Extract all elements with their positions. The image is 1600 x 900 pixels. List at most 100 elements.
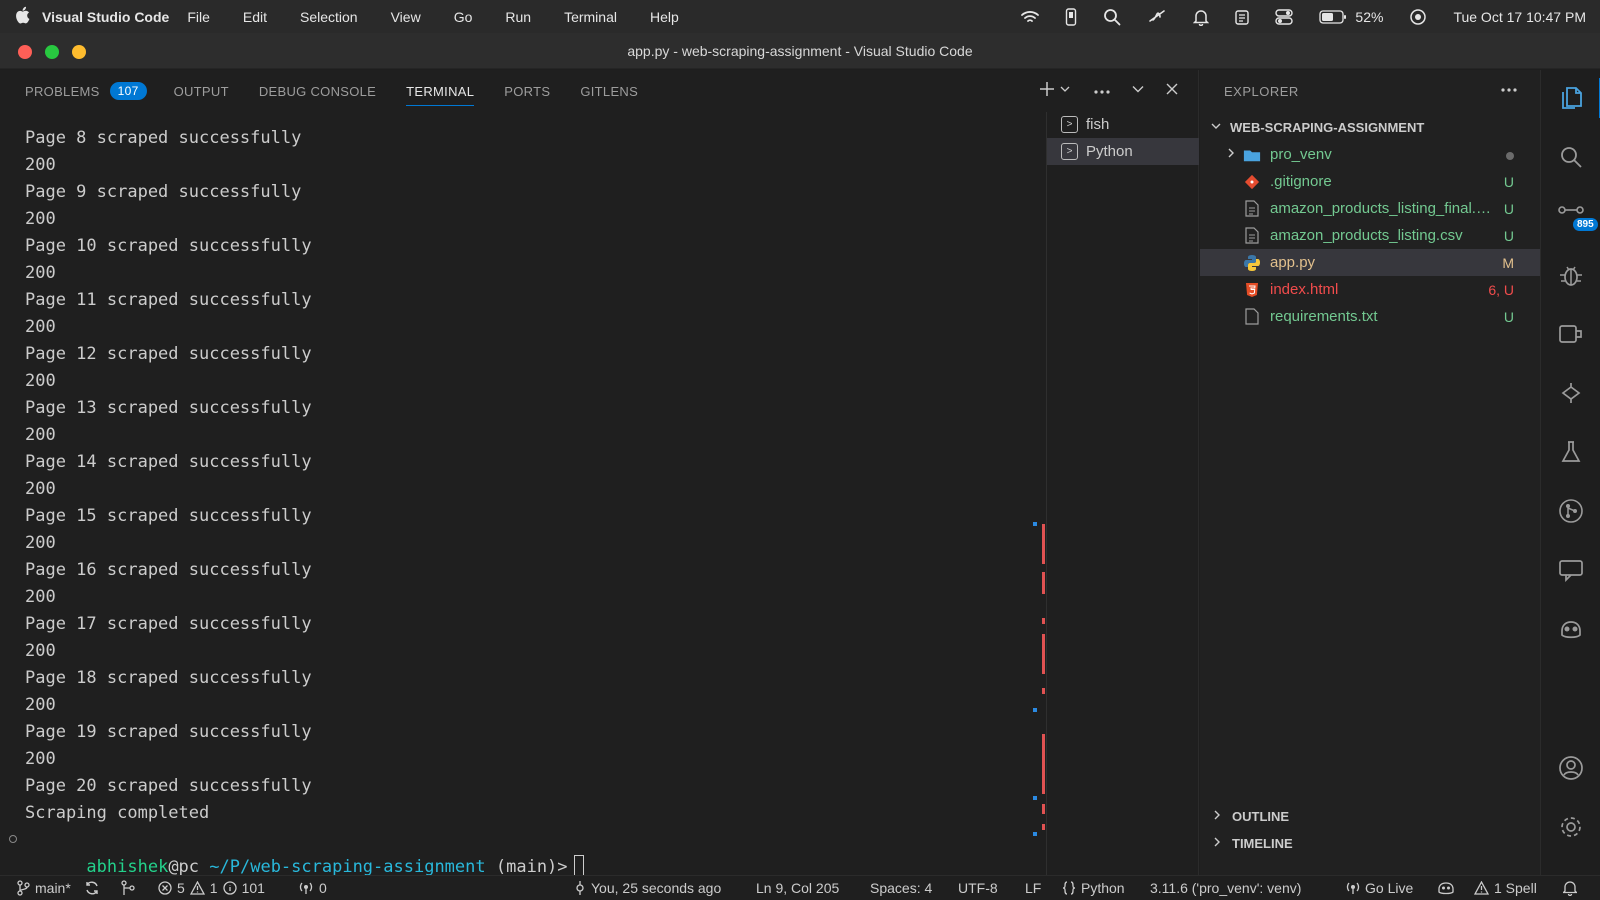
git-graph-status-icon[interactable] <box>120 880 136 896</box>
clipboard-icon[interactable] <box>1235 9 1250 25</box>
scroll-marker <box>1033 708 1037 712</box>
terminal-line: 200 <box>25 587 56 607</box>
indentation-status[interactable]: Spaces: 4 <box>870 880 932 896</box>
comments-icon[interactable] <box>1541 550 1600 590</box>
go-live-button[interactable]: Go Live <box>1346 880 1413 896</box>
warning-icon <box>189 881 205 895</box>
explorer-more-ellipsis-icon[interactable] <box>1500 80 1518 98</box>
file-item-amazon-final-csv[interactable]: amazon_products_listing_final.csv U <box>1200 195 1540 222</box>
testing-flask-icon[interactable] <box>1541 432 1600 472</box>
file-status: U <box>1503 227 1514 244</box>
scroll-marker <box>1033 522 1037 526</box>
workspace-folder-header[interactable]: WEB-SCRAPING-ASSIGNMENT <box>1200 114 1540 141</box>
app-menu-name[interactable]: Visual Studio Code <box>42 9 169 25</box>
apple-icon[interactable] <box>14 6 34 27</box>
terminal-line: Page 14 scraped successfully <box>25 452 312 472</box>
outline-label: OUTLINE <box>1232 809 1290 824</box>
scroll-marker <box>1033 832 1037 836</box>
terminal-output[interactable]: Page 8 scraped successfully 200 Page 9 s… <box>0 112 1046 879</box>
menu-help[interactable]: Help <box>650 9 679 25</box>
terminal-scrollbar[interactable] <box>1030 112 1046 875</box>
menu-edit[interactable]: Edit <box>243 9 267 25</box>
notifications-bell-icon[interactable] <box>1563 880 1577 896</box>
go-live-label: Go Live <box>1365 880 1414 896</box>
branch-status[interactable]: main* <box>16 880 71 896</box>
source-control-icon[interactable]: 895 <box>1541 196 1600 236</box>
search-icon[interactable] <box>1541 137 1600 177</box>
tab-ports[interactable]: PORTS <box>504 70 550 112</box>
notification-bell-icon[interactable] <box>1193 8 1210 26</box>
tab-gitlens[interactable]: GITLENS <box>580 70 638 112</box>
cursor-position[interactable]: Ln 9, Col 205 <box>756 880 839 896</box>
python-interpreter[interactable]: 3.11.6 ('pro_venv': venv) <box>1150 880 1301 896</box>
menubar-clock[interactable]: Tue Oct 17 10:47 PM <box>1453 9 1586 25</box>
terminal-instance-python[interactable]: > Python <box>1047 138 1199 165</box>
more-actions-ellipsis-icon[interactable] <box>1093 82 1111 100</box>
tab-terminal[interactable]: TERMINAL <box>406 70 475 112</box>
file-item-app-py[interactable]: app.py M <box>1200 249 1540 276</box>
terminal-prompt[interactable]: abhishek@pc ~/P/web-scraping-assignment … <box>25 827 584 879</box>
terminal-line: 200 <box>25 641 56 661</box>
settings-gear-icon[interactable] <box>1541 807 1600 847</box>
outline-section-header[interactable]: OUTLINE <box>1200 803 1540 830</box>
usb-icon[interactable] <box>1065 7 1077 26</box>
spell-check-status[interactable]: 1 Spell <box>1474 880 1537 896</box>
file-item-pro-venv[interactable]: pro_venv <box>1200 141 1540 168</box>
terminal-line: 200 <box>25 479 56 499</box>
problems-status[interactable]: 5 1 101 <box>158 880 265 896</box>
file-name: amazon_products_listing.csv <box>1270 227 1463 244</box>
timeline-section-header[interactable]: TIMELINE <box>1200 830 1540 857</box>
explorer-title: EXPLORER <box>1224 83 1299 99</box>
encoding-status[interactable]: UTF-8 <box>958 880 998 896</box>
account-icon[interactable] <box>1541 748 1600 788</box>
remote-explorer-icon[interactable] <box>1541 314 1600 354</box>
git-graph-icon[interactable] <box>1541 491 1600 531</box>
eol-status[interactable]: LF <box>1025 880 1041 896</box>
git-blame-status[interactable]: You, 25 seconds ago <box>574 880 721 896</box>
collapse-panel-chevron-icon[interactable] <box>1131 82 1145 101</box>
ports-status[interactable]: 0 <box>298 880 327 896</box>
copilot-icon[interactable] <box>1541 609 1600 649</box>
chevron-right-icon <box>1212 809 1222 824</box>
terminal-line: Page 18 scraped successfully <box>25 668 312 688</box>
control-center-icon[interactable] <box>1275 8 1294 25</box>
sync-icon[interactable] <box>84 880 100 896</box>
gitlens-inspect-icon[interactable] <box>1541 373 1600 413</box>
terminal-instance-fish[interactable]: > fish <box>1047 111 1199 138</box>
tab-problems[interactable]: PROBLEMS 107 <box>25 70 147 112</box>
explorer-sidebar: EXPLORER WEB-SCRAPING-ASSIGNMENT pro_ven… <box>1200 70 1540 875</box>
close-panel-icon[interactable] <box>1165 82 1179 101</box>
wifi-icon[interactable] <box>1021 10 1040 24</box>
menu-file[interactable]: File <box>187 9 210 25</box>
copilot-status-icon[interactable] <box>1437 880 1455 896</box>
command-decoration-icon[interactable] <box>9 835 17 843</box>
file-item-requirements-txt[interactable]: requirements.txt U <box>1200 303 1540 330</box>
battery-status[interactable]: 52% <box>1319 9 1383 25</box>
terminal-instance-label: fish <box>1086 116 1110 133</box>
explorer-files-icon[interactable] <box>1541 78 1600 118</box>
menu-selection[interactable]: Selection <box>300 9 358 25</box>
git-commit-icon <box>576 881 584 895</box>
mute-icon[interactable] <box>1147 9 1167 25</box>
menu-run[interactable]: Run <box>505 9 531 25</box>
siri-icon[interactable] <box>1409 8 1427 26</box>
menu-go[interactable]: Go <box>454 9 473 25</box>
file-item-amazon-csv[interactable]: amazon_products_listing.csv U <box>1200 222 1540 249</box>
branch-name: main* <box>35 880 71 896</box>
tab-debug-console[interactable]: DEBUG CONSOLE <box>259 70 376 112</box>
spotlight-search-icon[interactable] <box>1103 8 1121 26</box>
terminal-line: Page 9 scraped successfully <box>25 182 302 202</box>
file-status: 6, U <box>1488 281 1514 298</box>
terminal-launch-chevron-down-icon[interactable] <box>1059 82 1071 100</box>
new-terminal-plus-icon[interactable] <box>1039 81 1055 102</box>
run-debug-icon[interactable] <box>1541 255 1600 295</box>
menu-terminal[interactable]: Terminal <box>564 9 617 25</box>
menu-view[interactable]: View <box>391 9 421 25</box>
scroll-marker <box>1042 804 1045 814</box>
terminal-line: Page 13 scraped successfully <box>25 398 312 418</box>
file-icon <box>1243 227 1261 245</box>
language-mode[interactable]: Python <box>1062 880 1125 896</box>
file-item-gitignore[interactable]: .gitignore U <box>1200 168 1540 195</box>
file-item-index-html[interactable]: index.html 6, U <box>1200 276 1540 303</box>
tab-output[interactable]: OUTPUT <box>174 70 229 112</box>
